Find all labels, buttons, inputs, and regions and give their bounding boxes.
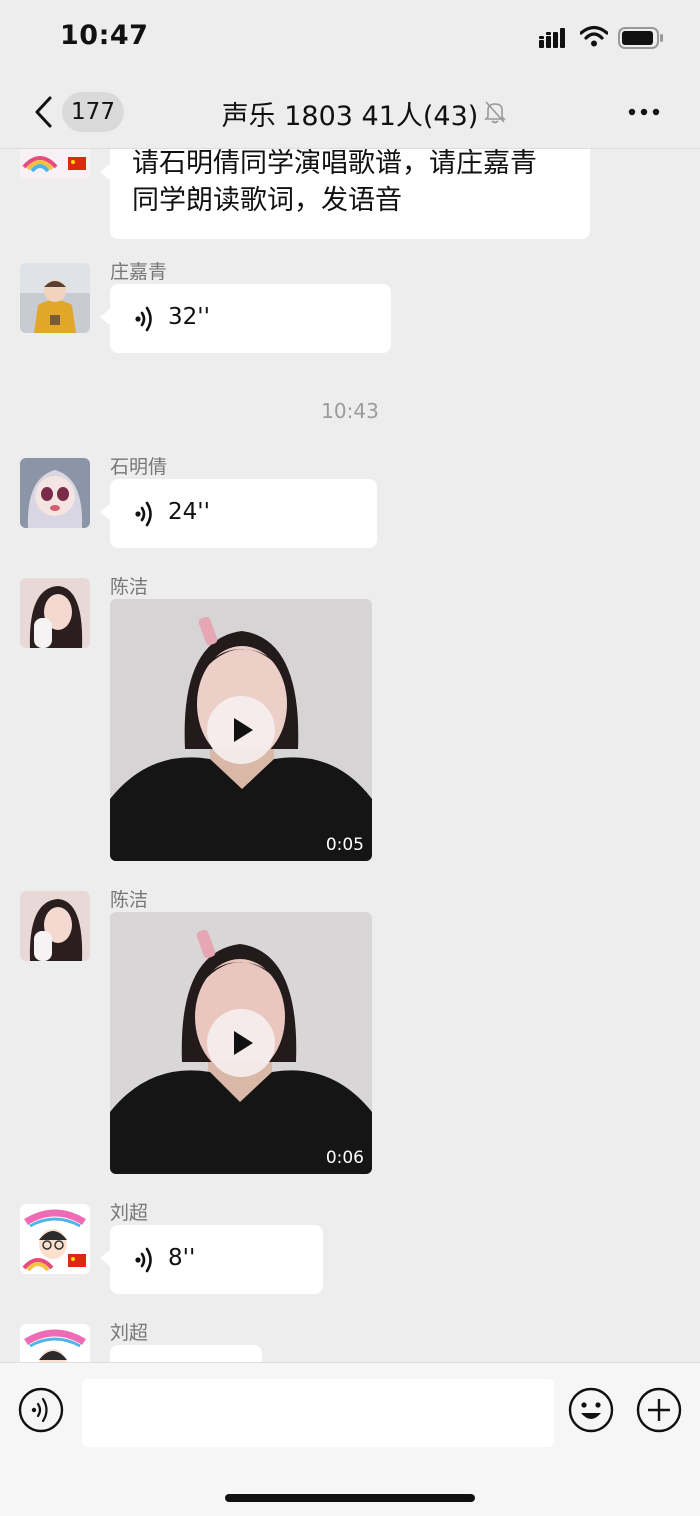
voice-wave-icon	[135, 306, 152, 332]
voice-message-bubble[interactable]: 24''	[100, 479, 377, 548]
sender-name: 陈洁	[110, 889, 149, 911]
signal-icon	[539, 28, 565, 48]
message-bubble[interactable]	[110, 1345, 262, 1362]
battery-icon	[618, 27, 663, 49]
sender-name: 石明倩	[110, 456, 168, 478]
voice-message-bubble[interactable]: 8''	[100, 1225, 323, 1294]
status-time: 10:47	[60, 20, 149, 51]
avatar[interactable]	[20, 1204, 90, 1274]
avatar[interactable]	[20, 891, 90, 961]
avatar[interactable]	[20, 458, 90, 528]
chat-messages[interactable]: 请石明倩同学演唱歌谱，请庄嘉青 同学朗读歌词，发语音 庄嘉青 32'' 10:4…	[0, 149, 700, 1362]
text-bubble[interactable]: 请石明倩同学演唱歌谱，请庄嘉青 同学朗读歌词，发语音	[100, 149, 590, 239]
sender-name: 刘超	[110, 1322, 149, 1344]
unread-count-badge[interactable]: 177	[62, 92, 124, 132]
play-button[interactable]	[207, 696, 275, 764]
video-message[interactable]: 0:06	[110, 912, 372, 1174]
home-indicator	[225, 1494, 475, 1502]
sender-name: 陈洁	[110, 576, 149, 598]
voice-duration: 24''	[168, 499, 210, 525]
message-text-line: 同学朗读歌词，发语音	[132, 185, 402, 216]
video-message[interactable]: 0:05	[110, 599, 372, 861]
wifi-icon	[580, 25, 608, 47]
emoji-icon[interactable]	[568, 1387, 614, 1433]
message-text-line: 请石明倩同学演唱歌谱，请庄嘉青	[132, 149, 537, 179]
sender-name: 刘超	[110, 1202, 149, 1224]
video-duration: 0:06	[325, 1148, 364, 1168]
message-input[interactable]	[82, 1379, 554, 1447]
avatar[interactable]	[20, 263, 90, 333]
input-bar	[0, 1362, 700, 1516]
plus-icon[interactable]	[636, 1387, 682, 1433]
video-duration: 0:05	[325, 835, 364, 855]
voice-duration: 32''	[168, 304, 210, 330]
avatar[interactable]	[20, 149, 90, 179]
mute-bell-icon	[484, 101, 506, 124]
play-icon	[234, 1031, 253, 1055]
time-divider: 10:43	[321, 399, 379, 423]
voice-duration: 8''	[168, 1245, 196, 1271]
voice-message-bubble[interactable]: 32''	[100, 284, 391, 353]
avatar[interactable]	[20, 578, 90, 648]
voice-toggle-icon[interactable]	[18, 1387, 64, 1433]
back-chevron-icon[interactable]	[28, 92, 58, 132]
play-icon	[234, 718, 253, 742]
play-button[interactable]	[207, 1009, 275, 1077]
voice-wave-icon	[135, 1247, 152, 1273]
more-dots-icon[interactable]	[626, 100, 662, 124]
chat-title: 声乐 1803 41人(43)	[221, 101, 479, 132]
avatar[interactable]	[20, 1324, 90, 1362]
voice-wave-icon	[135, 501, 152, 527]
chat-header: 177 声乐 1803 41人(43)	[0, 76, 700, 149]
status-bar: 10:47	[0, 0, 700, 76]
sender-name: 庄嘉青	[110, 261, 168, 283]
